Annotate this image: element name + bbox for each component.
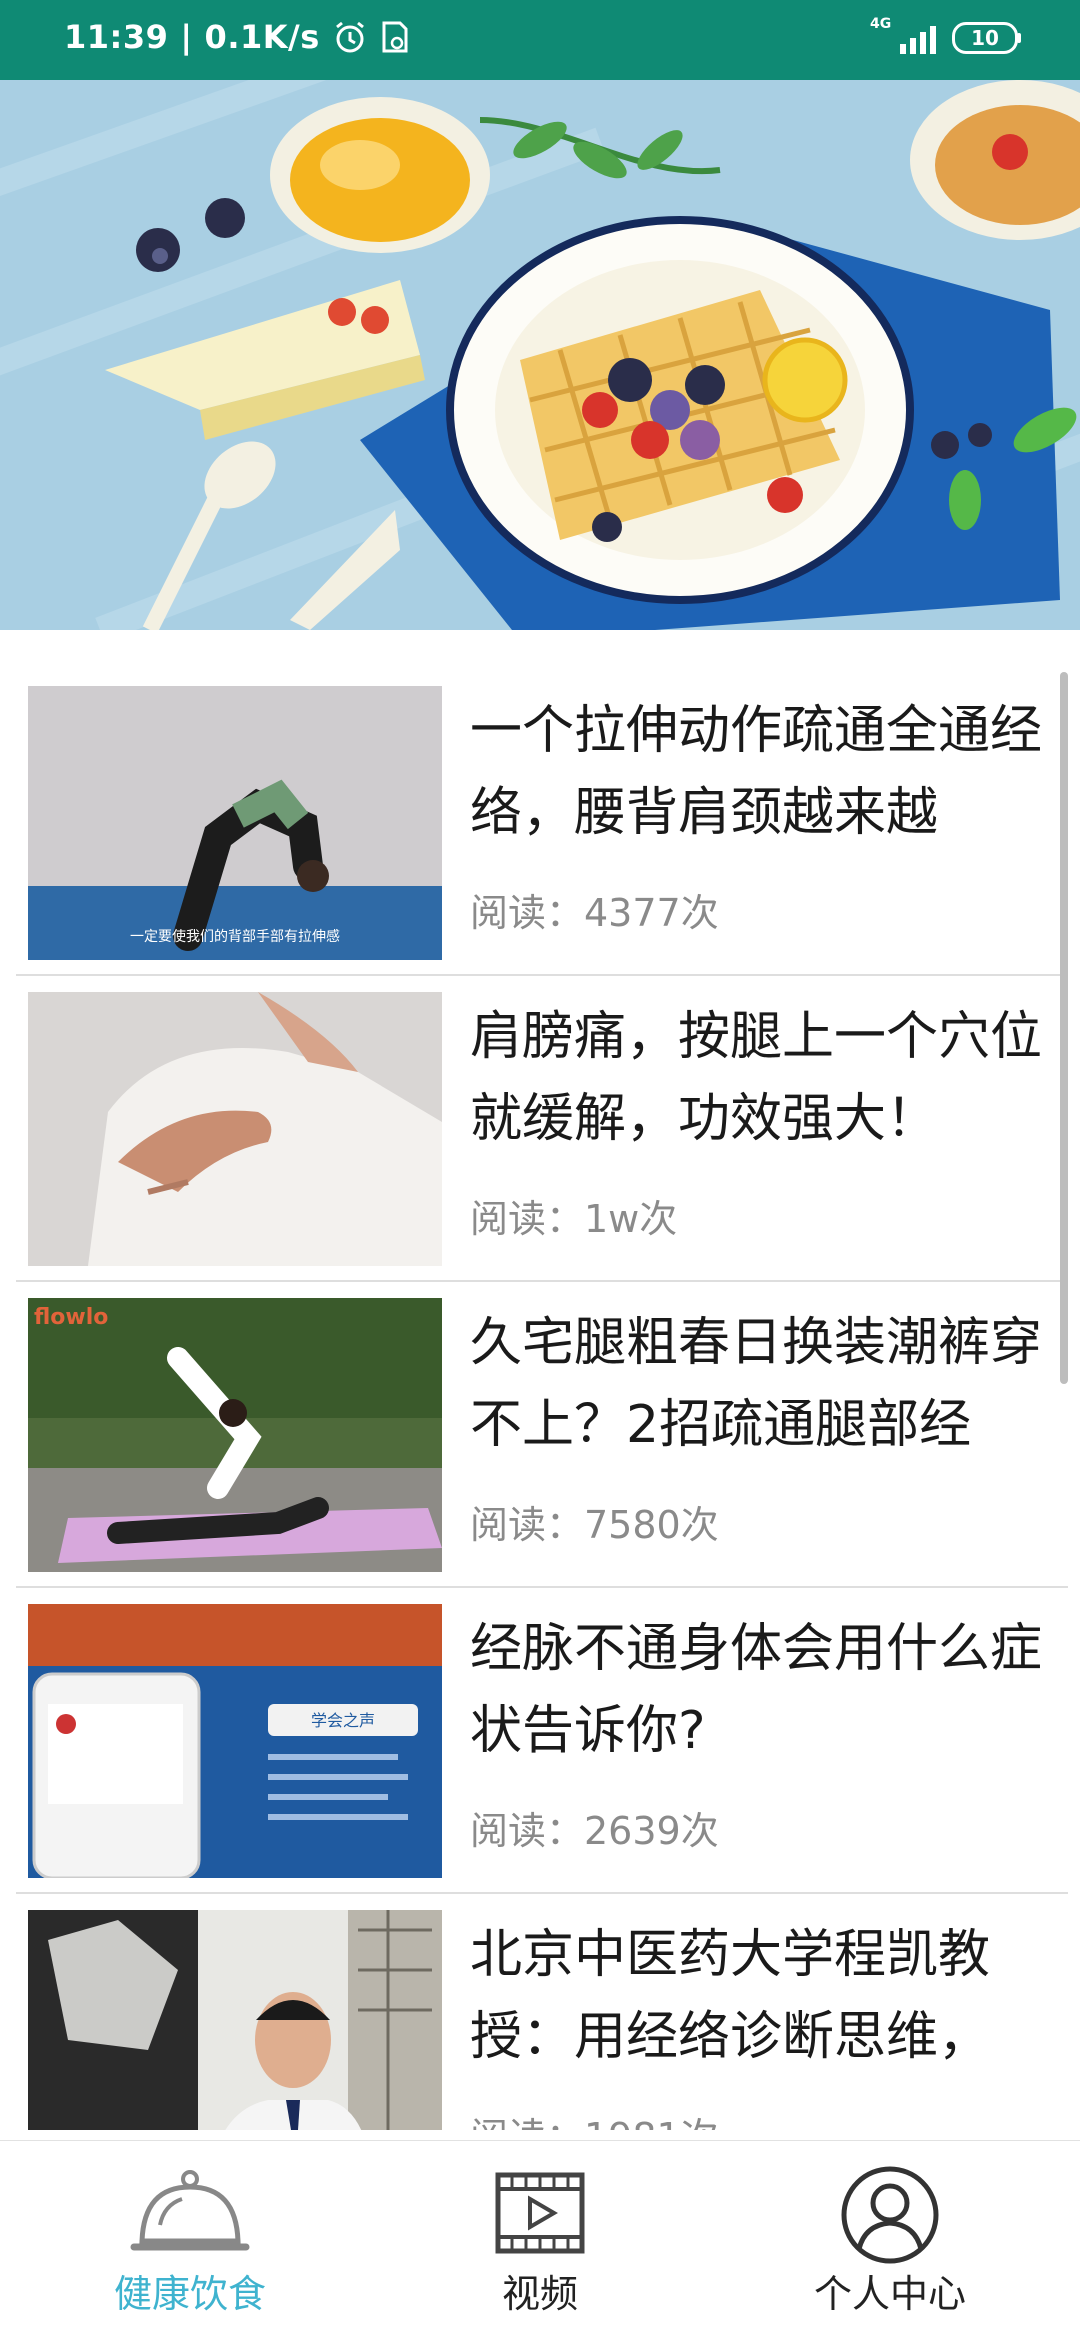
tab-label: 视频 bbox=[501, 2272, 578, 2316]
article-thumbnail[interactable]: 学会之声 bbox=[28, 1604, 442, 1878]
user-profile-icon bbox=[841, 2166, 939, 2264]
article-item[interactable]: flowlo 久宅腿粗春日换装潮裤穿不上？2招疏通腿部经 阅读：7580次 bbox=[0, 1282, 1080, 1588]
food-cloche-icon bbox=[130, 2170, 250, 2251]
status-speed: 0.1K/s bbox=[204, 18, 320, 56]
status-left: 11:39 | 0.1K/s bbox=[64, 18, 410, 56]
article-reads: 阅读：2639次 bbox=[470, 1809, 719, 1853]
alarm-icon bbox=[335, 21, 364, 53]
association-app-photo: 学会之声 bbox=[28, 1604, 442, 1878]
article-list[interactable]: 一定要使我们的背部手部有拉伸感 一个拉伸动作疏通全通经络，腰背肩颈越来越 阅读：… bbox=[0, 670, 1080, 2130]
article-title[interactable]: 久宅腿粗春日换装潮裤穿不上？2招疏通腿部经 bbox=[470, 1302, 1060, 1466]
article-thumbnail[interactable] bbox=[28, 992, 442, 1266]
tab-personal-center[interactable]: 个人中心 bbox=[710, 2141, 1070, 2341]
thumbnail-caption: flowlo bbox=[34, 1305, 108, 1330]
yoga-photo: flowlo bbox=[28, 1298, 442, 1572]
professor-photo bbox=[28, 1910, 442, 2130]
article-reads: 阅读：7580次 bbox=[470, 1503, 719, 1547]
article-thumbnail[interactable] bbox=[28, 1910, 442, 2130]
article-item[interactable]: 肩膀痛，按腿上一个穴位就缓解，功效强大！ 阅读：1w次 bbox=[0, 976, 1080, 1282]
article-item[interactable]: 一定要使我们的背部手部有拉伸感 一个拉伸动作疏通全通经络，腰背肩颈越来越 阅读：… bbox=[0, 670, 1080, 976]
bottom-navigation: 健康饮食 视频 个人中心 bbox=[0, 2140, 1080, 2341]
article-reads: 阅读：1981次 bbox=[470, 2106, 719, 2130]
tab-label: 个人中心 bbox=[813, 2272, 966, 2316]
network-type: 4G bbox=[870, 16, 892, 32]
tab-healthy-diet[interactable]: 健康饮食 bbox=[10, 2141, 370, 2341]
stretching-photo: 一定要使我们的背部手部有拉伸感 bbox=[28, 686, 442, 960]
status-separator: | bbox=[180, 18, 193, 56]
status-bar: 11:39 | 0.1K/s 4G 10 bbox=[0, 0, 1080, 80]
battery-level: 10 bbox=[971, 26, 999, 50]
article-title[interactable]: 北京中医药大学程凯教授：用经络诊断思维， bbox=[470, 1914, 1060, 2078]
article-item[interactable]: 学会之声 经脉不通身体会用什么症状告诉你? 阅读：2639次 bbox=[0, 1588, 1080, 1894]
banner-carousel[interactable] bbox=[0, 80, 1080, 630]
article-title[interactable]: 经脉不通身体会用什么症状告诉你? bbox=[470, 1608, 1060, 1772]
article-reads: 阅读：1w次 bbox=[470, 1197, 678, 1241]
status-right: 4G 10 bbox=[870, 16, 1021, 54]
status-time: 11:39 bbox=[64, 18, 169, 56]
list-scrollbar[interactable] bbox=[1060, 672, 1068, 1384]
article-reads: 阅读：4377次 bbox=[470, 891, 719, 935]
article-title[interactable]: 一个拉伸动作疏通全通经络，腰背肩颈越来越 bbox=[470, 690, 1060, 854]
article-thumbnail[interactable]: 一定要使我们的背部手部有拉伸感 bbox=[28, 686, 442, 960]
video-icon bbox=[495, 2172, 585, 2254]
banner-food-illustration bbox=[0, 80, 1080, 630]
signal-icon: 4G bbox=[870, 16, 936, 54]
tab-video[interactable]: 视频 bbox=[360, 2141, 720, 2341]
article-thumbnail[interactable]: flowlo bbox=[28, 1298, 442, 1572]
shoulder-pain-photo bbox=[28, 992, 442, 1266]
sim-icon bbox=[382, 21, 408, 53]
tab-label: 健康饮食 bbox=[113, 2272, 266, 2316]
thumbnail-caption: 一定要使我们的背部手部有拉伸感 bbox=[130, 928, 340, 945]
article-item[interactable]: 北京中医药大学程凯教授：用经络诊断思维， 阅读：1981次 bbox=[0, 1894, 1080, 2130]
thumbnail-caption: 学会之声 bbox=[311, 1711, 375, 1730]
article-title[interactable]: 肩膀痛，按腿上一个穴位就缓解，功效强大！ bbox=[470, 996, 1060, 1160]
battery-icon: 10 bbox=[952, 22, 1021, 54]
